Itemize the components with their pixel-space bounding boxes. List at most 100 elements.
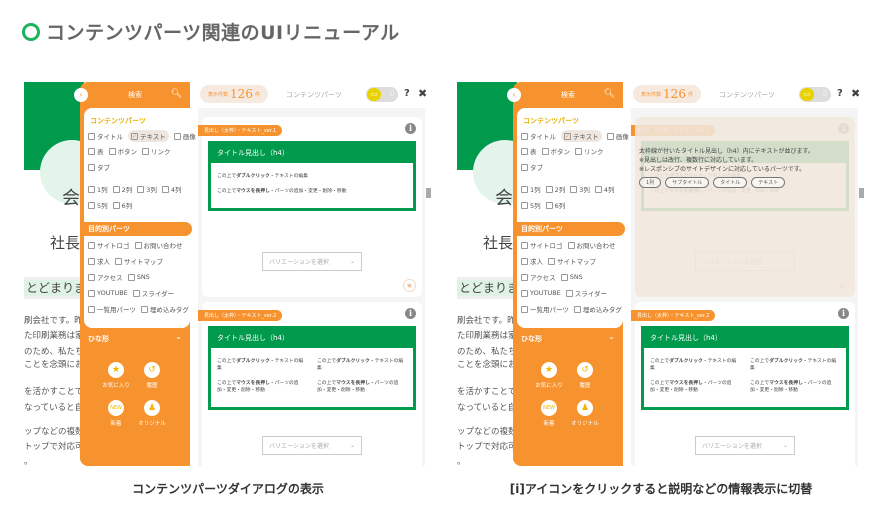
part-card[interactable]: 見出し（太枠）・テキスト_ver.1 i タイトル見出し（h4） この上でダブル… — [198, 117, 422, 297]
filter-checkbox[interactable]: SNS — [127, 272, 150, 282]
info-tag[interactable]: テキスト — [751, 177, 786, 188]
filter-checkbox[interactable]: タイトル — [521, 130, 556, 142]
info-tag[interactable]: サブタイトル — [665, 177, 710, 188]
filter-checkbox[interactable]: ボタン — [108, 146, 137, 156]
variation-select[interactable]: バリエーションを選択⌄ — [262, 436, 362, 455]
filter-checkbox[interactable]: 一覧用パーツ — [88, 304, 136, 314]
filter-checkbox[interactable]: スライダー — [565, 288, 607, 298]
filter-checkbox[interactable]: 画像 — [173, 130, 196, 142]
template-heading[interactable]: ひな形 — [521, 334, 542, 344]
variation-select[interactable]: バリエーションを選択⌄ — [262, 252, 362, 271]
close-icon[interactable]: ✖ — [418, 87, 427, 100]
template-tile-user-icon[interactable]: ♟ オリジナル — [565, 400, 605, 427]
collapse-arrow-icon[interactable]: ‹ — [507, 88, 521, 102]
part-card[interactable]: 見出し（太枠）・テキスト_ver.2 i タイトル見出し（h4） この上でダブル… — [198, 302, 422, 466]
filter-row: 1列 2列 3列 4列 — [88, 184, 182, 194]
checkbox-icon — [521, 163, 528, 171]
template-tile-user-icon[interactable]: ♟ オリジナル — [132, 400, 172, 427]
filter-checkbox[interactable]: 5列 — [88, 200, 108, 210]
filter-checkbox[interactable]: 表 — [521, 146, 537, 156]
filter-checkbox[interactable]: YOUTUBE — [521, 288, 561, 298]
filter-row: 1列 2列 3列 4列 — [521, 184, 615, 194]
filter-checkbox[interactable]: 一覧用パーツ — [521, 304, 569, 314]
info-icon[interactable]: i — [405, 123, 416, 134]
info-icon[interactable]: i — [405, 308, 416, 319]
filter-checkbox[interactable]: タブ — [88, 162, 110, 172]
purpose-parts-heading[interactable]: 目的別パーツ — [82, 222, 192, 236]
checkbox-icon — [521, 147, 528, 155]
template-tile-new-badge-icon[interactable]: NEW 新着 — [96, 400, 136, 427]
filter-checkbox[interactable]: サイトマップ — [548, 256, 596, 266]
search-icon[interactable]: 🔍︎ — [171, 89, 182, 99]
template-tile-new-badge-icon[interactable]: NEW 新着 — [529, 400, 569, 427]
device-toggle[interactable]: ▭ ▯ — [366, 87, 398, 102]
help-icon[interactable]: ? — [404, 88, 410, 99]
help-icon[interactable]: ? — [837, 88, 843, 99]
filter-checkbox[interactable]: サイトロゴ — [88, 240, 130, 250]
filter-checkbox[interactable]: 求人 — [521, 256, 543, 266]
filter-checkbox[interactable]: YOUTUBE — [88, 288, 128, 298]
template-heading[interactable]: ひな形 — [88, 334, 109, 344]
info-tag[interactable]: 1列 — [639, 177, 662, 188]
filter-checkbox[interactable]: 6列 — [112, 200, 132, 210]
checkbox-icon — [594, 185, 602, 193]
filter-checkbox[interactable]: アクセス — [521, 272, 556, 282]
device-toggle[interactable]: ▭ ▯ — [799, 87, 831, 102]
part-card[interactable]: 見出し（太枠）・テキスト_ver.2 i タイトル見出し（h4） この上でダブル… — [631, 302, 855, 466]
search-icon[interactable]: 🔍︎ — [604, 89, 615, 99]
filter-checkbox[interactable]: タブ — [521, 162, 543, 172]
filter-checkbox[interactable]: 埋め込みタグ — [573, 304, 622, 314]
part-preview[interactable]: タイトル見出し（h4） この上でダブルクリック・テキストの編集この上でマウスを長… — [641, 326, 849, 410]
filter-checkbox[interactable]: サイトマップ — [115, 256, 163, 266]
chevron-down-icon[interactable]: ⌄ — [175, 332, 182, 341]
variation-select[interactable]: バリエーションを選択⌄ — [695, 436, 795, 455]
desktop-icon: ▭ — [367, 88, 381, 101]
chevron-down-icon[interactable]: ⌄ — [608, 332, 615, 341]
filter-checkbox[interactable]: 6列 — [545, 200, 565, 210]
site-text-line: ことを念頭にお — [457, 360, 517, 370]
template-tile-history-icon[interactable]: ↺ 履歴 — [132, 362, 172, 389]
filter-checkbox[interactable]: ボタン — [541, 146, 570, 156]
filter-checkbox[interactable]: お問い合わせ — [567, 240, 616, 250]
collapse-arrow-icon[interactable]: ‹ — [74, 88, 88, 102]
filter-checkbox[interactable]: スライダー — [132, 288, 174, 298]
filter-checkbox[interactable]: ✓ テキスト — [128, 130, 169, 142]
filter-checkbox[interactable]: 2列 — [112, 184, 132, 194]
info-icon[interactable]: i — [838, 308, 849, 319]
info-tag[interactable]: タイトル — [713, 177, 748, 188]
template-tile-star-icon[interactable]: ★ お気に入り — [96, 362, 136, 389]
filter-checkbox[interactable]: 1列 — [88, 184, 108, 194]
info-description-line: ※レスポンシブのサイトデザインに対応しているパーツです。 — [639, 166, 806, 173]
filter-checkbox[interactable]: 画像 — [606, 130, 629, 142]
filter-checkbox[interactable]: SNS — [560, 272, 583, 282]
scrollbar[interactable] — [858, 108, 865, 466]
filter-checkbox[interactable]: リンク — [575, 146, 604, 156]
filter-checkbox[interactable]: 埋め込みタグ — [140, 304, 189, 314]
purpose-parts-heading[interactable]: 目的別パーツ — [515, 222, 625, 236]
filter-checkbox[interactable]: 3列 — [570, 184, 590, 194]
filter-checkbox[interactable]: 3列 — [137, 184, 157, 194]
checkbox-icon — [88, 305, 95, 313]
part-card[interactable]: 見出し（太枠）・テキスト_ver.1 i タイトル見出し（h4） この上でダブル… — [631, 117, 855, 297]
part-preview[interactable]: タイトル見出し（h4） この上でダブルクリック・テキストの編集この上でマウスを長… — [208, 141, 416, 211]
scrollbar[interactable] — [425, 108, 432, 466]
filter-checkbox[interactable]: 4列 — [161, 184, 182, 194]
filter-checkbox[interactable]: 5列 — [521, 200, 541, 210]
filter-checkbox[interactable]: 1列 — [521, 184, 541, 194]
template-tile-history-icon[interactable]: ↺ 履歴 — [565, 362, 605, 389]
filter-checkbox[interactable]: 4列 — [594, 184, 615, 194]
filter-checkbox[interactable]: サイトロゴ — [521, 240, 563, 250]
part-preview[interactable]: タイトル見出し（h4） この上でダブルクリック・テキストの編集この上でマウスを長… — [208, 326, 416, 410]
filter-checkbox[interactable]: アクセス — [88, 272, 123, 282]
filter-checkbox[interactable]: 2列 — [545, 184, 565, 194]
close-icon[interactable]: ✖ — [851, 87, 860, 100]
filter-checkbox[interactable]: 表 — [88, 146, 104, 156]
filter-checkbox[interactable]: リンク — [142, 146, 171, 156]
checkbox-icon — [521, 289, 528, 297]
filter-checkbox[interactable]: タイトル — [88, 130, 123, 142]
filter-checkbox[interactable]: 求人 — [88, 256, 110, 266]
favorite-star-icon[interactable]: ★ — [403, 279, 416, 292]
filter-checkbox[interactable]: お問い合わせ — [134, 240, 183, 250]
filter-checkbox[interactable]: ✓ テキスト — [561, 130, 602, 142]
template-tile-star-icon[interactable]: ★ お気に入り — [529, 362, 569, 389]
